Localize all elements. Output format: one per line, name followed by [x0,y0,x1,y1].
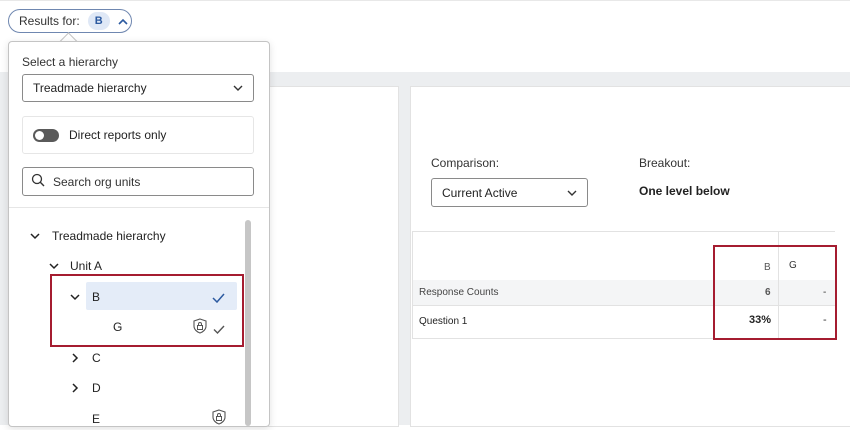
top-divider [0,0,850,1]
hierarchy-select-value: Treadmade hierarchy [33,81,147,95]
tree-item-treadmade-hierarchy[interactable]: Treadmade hierarchy [29,229,166,243]
chevron-up-icon [116,14,130,28]
direct-reports-toggle[interactable] [33,129,59,142]
tree-scrollbar[interactable] [245,220,251,426]
comparison-value: Current Active [442,185,518,200]
search-org-units[interactable] [22,167,254,196]
chevron-down-icon [48,260,60,272]
highlight-box-tree [50,274,244,347]
chevron-down-icon [233,81,243,95]
search-input[interactable] [51,173,235,190]
toggle-knob [35,131,44,140]
results-for-label: Results for: [19,14,80,28]
breakout-value: One level below [639,184,730,198]
chevron-right-icon [69,352,81,364]
select-hierarchy-label: Select a hierarchy [22,55,119,69]
breakout-label: Breakout: [639,156,691,170]
dropdown-divider [9,207,269,208]
highlight-box-table [713,245,837,340]
tree-item-unit-a[interactable]: Unit A [48,259,102,273]
row-label-question-1: Question 1 [419,316,468,327]
chevron-right-icon [69,382,81,394]
tree-item-c[interactable]: C [69,351,101,365]
tree-item-label: Unit A [70,259,103,273]
row-label-response-counts: Response Counts [419,287,499,298]
tree-item-e[interactable]: E [92,412,100,426]
tree-item-label: E [92,412,101,426]
chevron-down-icon [29,230,41,242]
chevron-down-icon [567,186,577,200]
search-icon [31,173,45,190]
hierarchy-select[interactable]: Treadmade hierarchy [22,74,254,102]
selected-unit-badge: B [87,12,110,30]
lock-shield-icon [211,409,227,430]
tree-item-label: C [92,351,101,365]
comparison-label: Comparison: [431,156,500,170]
results-for-button[interactable]: Results for: B [8,9,132,33]
widget-card-left [268,86,399,427]
tree-item-label: D [92,381,101,395]
tree-item-label: Treadmade hierarchy [52,229,166,243]
direct-reports-container: Direct reports only [22,116,254,154]
comparison-select[interactable]: Current Active [431,178,588,207]
direct-reports-label: Direct reports only [69,128,167,142]
tree-item-d[interactable]: D [69,381,101,395]
